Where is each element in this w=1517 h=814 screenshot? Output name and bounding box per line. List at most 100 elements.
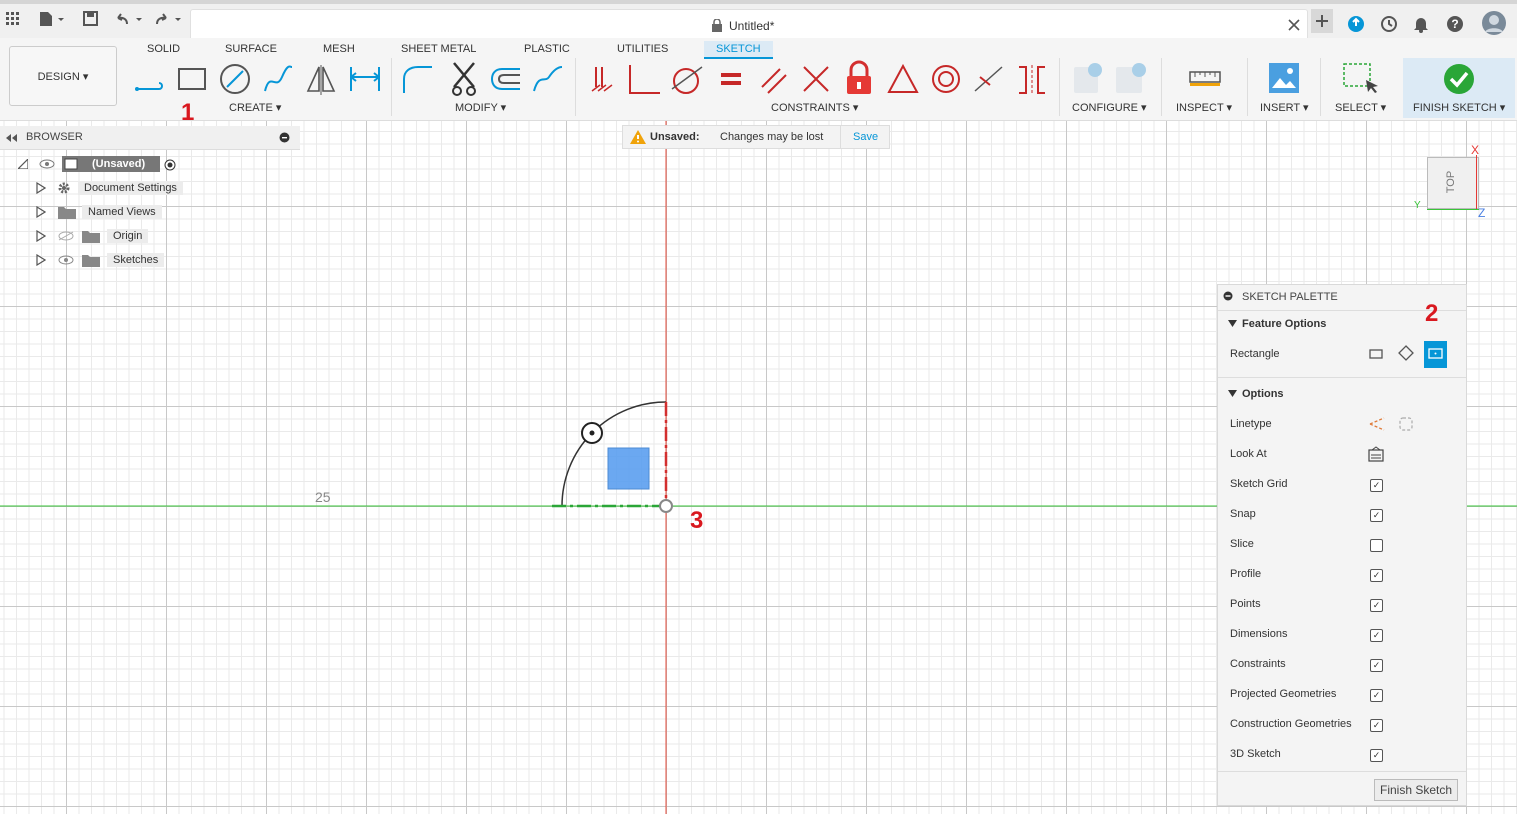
tab-surface[interactable]: SURFACE <box>219 41 283 57</box>
snap-checkbox[interactable]: ✓ <box>1370 509 1383 522</box>
group-separator <box>1059 58 1060 116</box>
collapse-icon[interactable] <box>1228 390 1237 398</box>
tree-item-named-views[interactable]: Named Views <box>82 205 162 219</box>
feature-options-header[interactable]: Feature Options <box>1242 318 1326 330</box>
configure-menu[interactable]: CONFIGURE ▾ <box>1072 101 1147 114</box>
tangent-constraint-icon[interactable] <box>670 63 704 95</box>
points-checkbox[interactable]: ✓ <box>1370 599 1383 612</box>
finish-sketch-button[interactable]: FINISH SKETCH ▾ <box>1403 58 1515 118</box>
collapse-icon[interactable] <box>1228 320 1237 328</box>
undo-icon[interactable] <box>115 11 145 27</box>
group-separator <box>1161 58 1162 116</box>
two-point-rectangle-icon[interactable] <box>1368 347 1384 361</box>
expand-icon[interactable] <box>36 230 46 242</box>
symmetry-constraint-icon[interactable] <box>886 63 920 95</box>
tab-mesh[interactable]: MESH <box>317 41 361 57</box>
dimensions-checkbox[interactable]: ✓ <box>1370 629 1383 642</box>
visibility-eye-icon[interactable] <box>39 159 55 169</box>
midpoint-constraint-icon[interactable] <box>800 63 832 95</box>
constraints-checkbox[interactable]: ✓ <box>1370 659 1383 672</box>
expand-icon[interactable] <box>36 182 46 194</box>
user-avatar-icon[interactable] <box>1482 11 1506 35</box>
workspace-switcher-button[interactable]: DESIGN ▾ <box>9 46 117 106</box>
modify-menu[interactable]: MODIFY ▾ <box>455 101 506 114</box>
palette-finish-sketch-button[interactable]: Finish Sketch <box>1374 779 1458 801</box>
fillet-tool-icon[interactable] <box>400 63 434 95</box>
close-tab-icon[interactable] <box>1288 19 1300 31</box>
fix-constraint-icon[interactable] <box>843 60 875 96</box>
save-link[interactable]: Save <box>853 131 878 143</box>
tree-item-origin[interactable]: Origin <box>107 229 149 243</box>
expand-icon[interactable] <box>36 206 46 218</box>
insert-menu[interactable]: INSERT ▾ <box>1260 101 1309 114</box>
perpendicular-constraint-icon[interactable] <box>626 63 662 95</box>
collinear-constraint-icon[interactable] <box>972 63 1006 95</box>
parallel-constraint-icon[interactable] <box>758 63 790 95</box>
3d-sketch-checkbox[interactable]: ✓ <box>1370 749 1383 762</box>
expand-icon[interactable] <box>36 254 46 266</box>
projected-geometries-checkbox[interactable]: ✓ <box>1370 689 1383 702</box>
tree-item-sketches[interactable]: Sketches <box>107 253 165 267</box>
app-grid-icon[interactable] <box>6 12 20 26</box>
top-bar: Untitled* ? <box>0 0 1517 42</box>
viewcube-z-axis: Z <box>1478 206 1486 220</box>
visibility-eye-icon[interactable] <box>57 255 75 265</box>
inspect-menu[interactable]: INSPECT ▾ <box>1176 101 1232 114</box>
save-icon[interactable] <box>83 11 99 27</box>
root-component[interactable]: (Unsaved) <box>62 156 160 172</box>
centerline-linetype-icon[interactable] <box>1398 416 1414 432</box>
spline-tool-icon[interactable] <box>262 63 294 95</box>
new-tab-icon[interactable] <box>1311 9 1333 33</box>
collapse-tree-icon[interactable] <box>18 159 28 169</box>
equal-constraint-icon[interactable] <box>718 63 744 95</box>
dimension-tool-icon[interactable] <box>348 63 382 95</box>
collapse-browser-icon[interactable] <box>5 134 19 142</box>
measure-tool-icon[interactable] <box>1188 68 1222 88</box>
notifications-icon[interactable] <box>1413 15 1429 33</box>
tab-sketch[interactable]: SKETCH <box>704 41 773 59</box>
look-at-icon[interactable] <box>1368 446 1384 462</box>
trim-tool-icon[interactable] <box>448 61 480 97</box>
create-label: CREATE <box>229 102 273 114</box>
browser-minimize-icon[interactable] <box>279 132 290 143</box>
viewcube[interactable]: TOP <box>1427 157 1479 209</box>
sketch-grid-checkbox[interactable]: ✓ <box>1370 479 1383 492</box>
job-status-icon[interactable] <box>1380 15 1398 33</box>
configure-tools-icon[interactable] <box>1070 61 1150 97</box>
sketch-palette: SKETCH PALETTE Feature Options Rectangle… <box>1217 284 1467 806</box>
construction-geometries-checkbox[interactable]: ✓ <box>1370 719 1383 732</box>
concentric-constraint-icon[interactable] <box>929 63 963 95</box>
constraints-menu[interactable]: CONSTRAINTS ▾ <box>771 101 858 114</box>
three-point-rectangle-icon[interactable] <box>1398 345 1414 361</box>
mirror-tool-icon[interactable] <box>305 63 337 95</box>
select-menu[interactable]: SELECT ▾ <box>1335 101 1386 114</box>
configure-label: CONFIGURE <box>1072 102 1138 114</box>
help-icon[interactable]: ? <box>1446 15 1464 33</box>
palette-minimize-icon[interactable] <box>1223 291 1233 301</box>
create-menu[interactable]: CREATE ▾ <box>229 101 281 114</box>
extensions-icon[interactable] <box>1347 15 1365 33</box>
tab-solid[interactable]: SOLID <box>141 41 186 57</box>
tree-item-document-settings[interactable]: Document Settings <box>78 181 183 195</box>
profile-checkbox[interactable]: ✓ <box>1370 569 1383 582</box>
curve-tool-icon[interactable] <box>531 63 565 95</box>
center-rectangle-option[interactable] <box>1424 341 1447 368</box>
horizontal-vertical-constraint-icon[interactable] <box>1015 63 1049 95</box>
line-tool-icon[interactable] <box>134 64 166 94</box>
offset-tool-icon[interactable] <box>488 63 522 95</box>
tab-utilities[interactable]: UTILITIES <box>611 41 674 57</box>
rectangle-tool-icon[interactable] <box>176 64 208 94</box>
redo-icon[interactable] <box>154 11 184 27</box>
activate-radio-icon[interactable] <box>164 159 176 171</box>
file-menu-icon[interactable] <box>38 11 66 27</box>
slice-checkbox[interactable] <box>1370 539 1383 552</box>
coincident-constraint-icon[interactable] <box>588 63 616 95</box>
tab-plastic[interactable]: PLASTIC <box>518 41 576 57</box>
insert-image-icon[interactable] <box>1268 62 1300 94</box>
select-window-icon[interactable] <box>1340 62 1380 98</box>
options-header[interactable]: Options <box>1242 388 1284 400</box>
circle-tool-icon[interactable] <box>219 63 251 95</box>
tab-sheet-metal[interactable]: SHEET METAL <box>395 41 482 57</box>
construction-linetype-icon[interactable] <box>1368 416 1386 432</box>
hidden-eye-icon[interactable] <box>57 231 75 241</box>
